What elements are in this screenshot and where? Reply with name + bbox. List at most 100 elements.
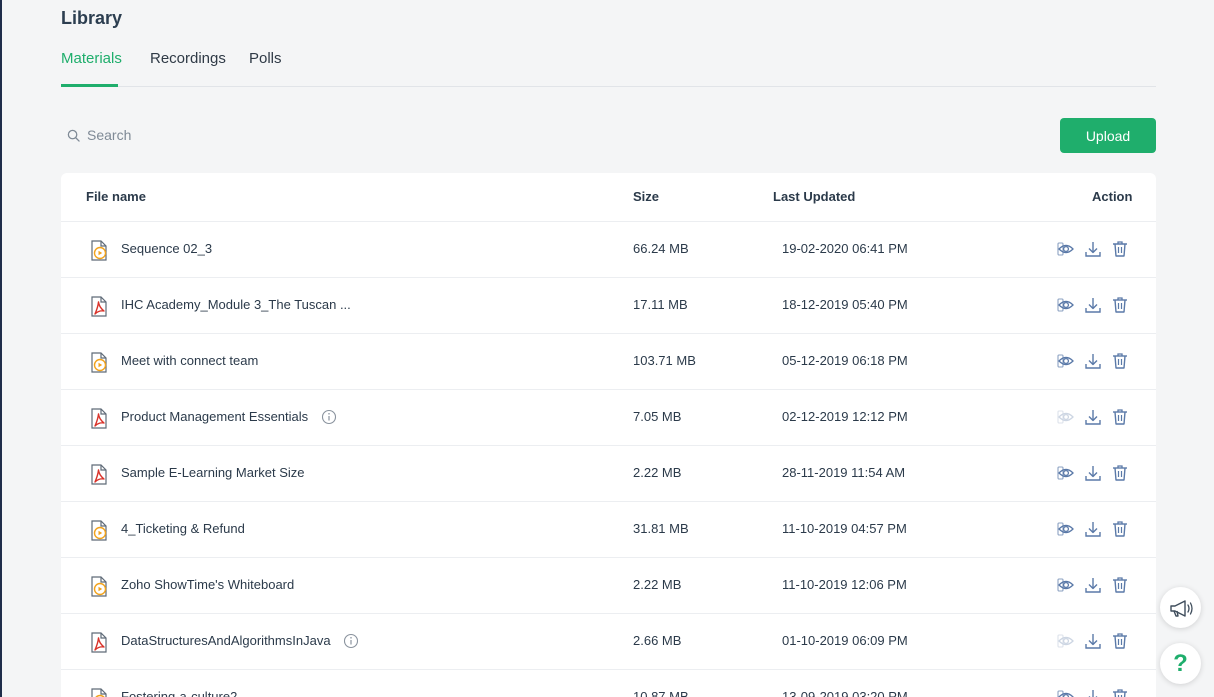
last-updated: 11-10-2019 12:06 PM bbox=[782, 577, 907, 592]
column-header-action: Action bbox=[1092, 189, 1133, 204]
file-size: 66.24 MB bbox=[633, 241, 689, 256]
file-name[interactable]: 4_Ticketing & Refund bbox=[121, 521, 245, 536]
file-size: 31.81 MB bbox=[633, 521, 689, 536]
file-name[interactable]: Zoho ShowTime's Whiteboard bbox=[121, 577, 294, 592]
delete-icon bbox=[1113, 465, 1127, 481]
preview-button[interactable] bbox=[1057, 352, 1075, 370]
download-button[interactable] bbox=[1084, 688, 1102, 697]
last-updated: 05-12-2019 06:18 PM bbox=[782, 353, 908, 368]
download-button[interactable] bbox=[1084, 296, 1102, 314]
tab-materials[interactable]: Materials bbox=[61, 50, 122, 67]
delete-icon bbox=[1113, 241, 1127, 257]
tab-polls[interactable]: Polls bbox=[249, 50, 282, 67]
preview-button[interactable] bbox=[1057, 240, 1075, 258]
file-name[interactable]: Product Management Essentials bbox=[121, 409, 308, 424]
announcement-button[interactable] bbox=[1160, 587, 1201, 628]
download-icon bbox=[1085, 578, 1101, 593]
preview-icon bbox=[1057, 522, 1074, 536]
download-button[interactable] bbox=[1084, 240, 1102, 258]
download-icon bbox=[1085, 522, 1101, 537]
search-input[interactable] bbox=[87, 123, 467, 147]
preview-button[interactable] bbox=[1057, 408, 1075, 426]
table-row[interactable]: DataStructuresAndAlgorithmsInJava 2.66 MB… bbox=[61, 614, 1156, 670]
preview-button[interactable] bbox=[1057, 576, 1075, 594]
library-tabs: Materials Recordings Polls bbox=[61, 40, 1156, 87]
table-row[interactable]: 4_Ticketing & Refund 31.81 MB 11-10-2019 0… bbox=[61, 502, 1156, 558]
preview-icon bbox=[1057, 634, 1074, 648]
table-row[interactable]: IHC Academy_Module 3_The Tuscan ... 17.11… bbox=[61, 278, 1156, 334]
table-row[interactable]: Fostering-a-culture2 10.87 MB 13-09-2019 0… bbox=[61, 670, 1156, 697]
file-name[interactable]: Sequence 02_3 bbox=[121, 241, 212, 256]
preview-icon bbox=[1057, 466, 1074, 480]
file-size: 2.22 MB bbox=[633, 577, 682, 592]
preview-button[interactable] bbox=[1057, 296, 1075, 314]
file-name[interactable]: DataStructuresAndAlgorithmsInJava bbox=[121, 633, 331, 648]
column-header-size: Size bbox=[633, 189, 660, 204]
last-updated: 01-10-2019 06:09 PM bbox=[782, 633, 908, 648]
preview-icon bbox=[1057, 354, 1074, 368]
download-icon bbox=[1085, 634, 1101, 649]
download-button[interactable] bbox=[1084, 520, 1102, 538]
file-size: 10.87 MB bbox=[633, 689, 689, 697]
last-updated: 02-12-2019 12:12 PM bbox=[782, 409, 908, 424]
preview-icon bbox=[1057, 690, 1074, 697]
file-info-button[interactable] bbox=[343, 633, 359, 649]
delete-button[interactable] bbox=[1111, 352, 1129, 370]
delete-icon bbox=[1113, 521, 1127, 537]
download-button[interactable] bbox=[1084, 576, 1102, 594]
preview-button[interactable] bbox=[1057, 520, 1075, 538]
download-button[interactable] bbox=[1084, 464, 1102, 482]
delete-button[interactable] bbox=[1111, 688, 1129, 697]
delete-button[interactable] bbox=[1111, 464, 1129, 482]
table-body: Sequence 02_3 66.24 MB 19-02-2020 06:41 PM… bbox=[61, 222, 1156, 697]
preview-button[interactable] bbox=[1057, 464, 1075, 482]
help-button[interactable]: ? bbox=[1160, 643, 1201, 684]
delete-button[interactable] bbox=[1111, 520, 1129, 538]
delete-button[interactable] bbox=[1111, 632, 1129, 650]
preview-button[interactable] bbox=[1057, 632, 1075, 650]
table-row[interactable]: Zoho ShowTime's Whiteboard 2.22 MB 11-10-2… bbox=[61, 558, 1156, 614]
preview-button[interactable] bbox=[1057, 688, 1075, 697]
table-row[interactable]: Sample E-Learning Market Size 2.22 MB 28-1… bbox=[61, 446, 1156, 502]
upload-button[interactable]: Upload bbox=[1060, 118, 1156, 153]
delete-button[interactable] bbox=[1111, 576, 1129, 594]
video-file-icon bbox=[91, 576, 107, 597]
video-file-type bbox=[87, 575, 109, 597]
video-file-icon bbox=[91, 352, 107, 373]
preview-icon bbox=[1057, 298, 1074, 312]
file-info-button[interactable] bbox=[321, 409, 337, 425]
table-row[interactable]: Meet with connect team 103.71 MB 05-12-201… bbox=[61, 334, 1156, 390]
delete-button[interactable] bbox=[1111, 240, 1129, 258]
file-name[interactable]: Meet with connect team bbox=[121, 353, 258, 368]
active-tab-indicator bbox=[61, 84, 118, 87]
video-file-icon bbox=[91, 240, 107, 261]
delete-button[interactable] bbox=[1111, 296, 1129, 314]
video-file-icon bbox=[91, 520, 107, 541]
tab-recordings[interactable]: Recordings bbox=[150, 50, 226, 67]
download-button[interactable] bbox=[1084, 408, 1102, 426]
file-name[interactable]: IHC Academy_Module 3_The Tuscan ... bbox=[121, 297, 351, 312]
file-size: 7.05 MB bbox=[633, 409, 682, 424]
download-icon bbox=[1085, 410, 1101, 425]
table-row[interactable]: Product Management Essentials 7.05 MB 02-1… bbox=[61, 390, 1156, 446]
column-header-file-name: File name bbox=[86, 189, 146, 204]
delete-icon bbox=[1113, 577, 1127, 593]
table-header: File name Size Last Updated Action bbox=[61, 173, 1156, 222]
file-name[interactable]: Fostering-a-culture2 bbox=[121, 689, 237, 697]
pdf-file-type bbox=[87, 631, 109, 653]
video-file-type bbox=[87, 519, 109, 541]
preview-icon bbox=[1057, 410, 1074, 424]
pdf-file-icon bbox=[91, 408, 107, 429]
download-button[interactable] bbox=[1084, 632, 1102, 650]
delete-button[interactable] bbox=[1111, 408, 1129, 426]
delete-icon bbox=[1113, 409, 1127, 425]
pdf-file-type bbox=[87, 463, 109, 485]
download-icon bbox=[1085, 466, 1101, 481]
download-button[interactable] bbox=[1084, 352, 1102, 370]
megaphone-icon bbox=[1170, 600, 1193, 617]
pdf-file-icon bbox=[91, 632, 107, 653]
file-name[interactable]: Sample E-Learning Market Size bbox=[121, 465, 305, 480]
table-row[interactable]: Sequence 02_3 66.24 MB 19-02-2020 06:41 PM bbox=[61, 222, 1156, 278]
download-icon bbox=[1085, 298, 1101, 313]
delete-icon bbox=[1113, 633, 1127, 649]
